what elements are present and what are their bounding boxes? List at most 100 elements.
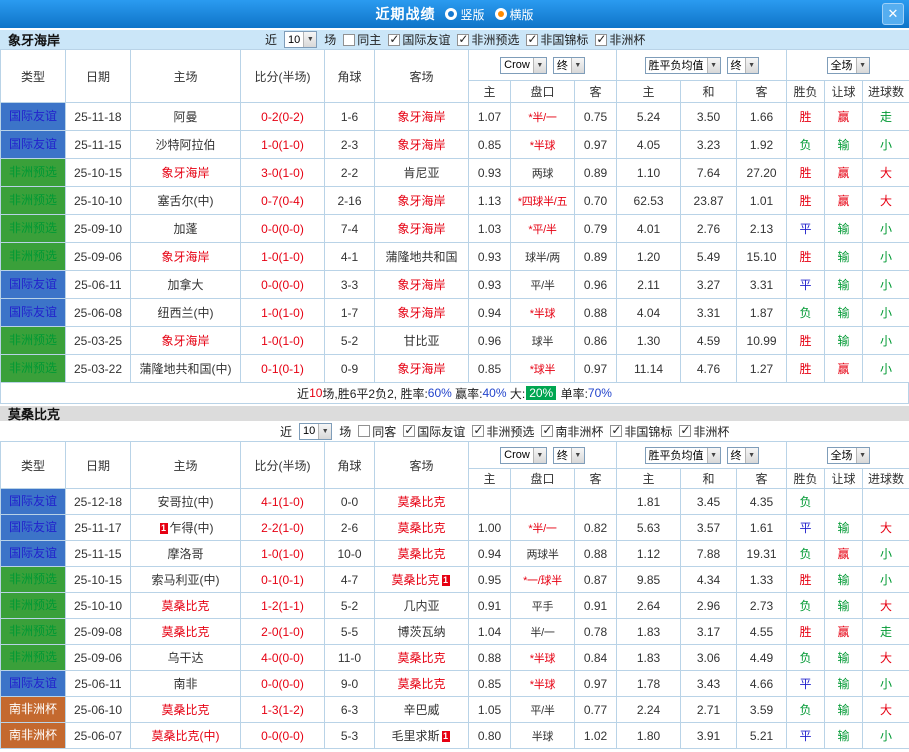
- home-team-cell[interactable]: 纽西兰(中): [131, 299, 241, 327]
- home-team-cell[interactable]: 蒲隆地共和国(中): [131, 355, 241, 383]
- home-team-cell[interactable]: 加蓬: [131, 215, 241, 243]
- away-team-cell[interactable]: 莫桑比克1: [375, 567, 469, 593]
- team-name[interactable]: 莫桑比克: [397, 495, 445, 509]
- team-name[interactable]: 象牙海岸: [161, 166, 209, 180]
- team-name[interactable]: 加蓬: [173, 222, 197, 236]
- filter-checkbox[interactable]: 非洲预选: [472, 423, 534, 440]
- odds-company-select[interactable]: Crow▼: [500, 447, 547, 464]
- team-name[interactable]: 莫桑比克: [397, 521, 445, 535]
- team-name[interactable]: 安哥拉(中): [158, 495, 214, 509]
- europe-odds-select[interactable]: 胜平负均值▼: [645, 447, 721, 464]
- home-team-cell[interactable]: 象牙海岸: [131, 243, 241, 271]
- away-team-cell[interactable]: 莫桑比克: [375, 541, 469, 567]
- away-team-cell[interactable]: 象牙海岸: [375, 355, 469, 383]
- team-name[interactable]: 阿曼: [173, 110, 197, 124]
- home-team-cell[interactable]: 乌干达: [131, 645, 241, 671]
- home-team-cell[interactable]: 索马利亚(中): [131, 567, 241, 593]
- team-name[interactable]: 象牙海岸: [397, 278, 445, 292]
- filter-checkbox[interactable]: 非国锦标: [526, 31, 588, 48]
- team-name[interactable]: 象牙海岸: [397, 362, 445, 376]
- away-team-cell[interactable]: 莫桑比克: [375, 515, 469, 541]
- team-name[interactable]: 莫桑比克: [161, 625, 209, 639]
- home-team-cell[interactable]: 莫桑比克: [131, 697, 241, 723]
- layout-vertical-radio[interactable]: 竖版: [445, 6, 484, 23]
- team-name[interactable]: 莫桑比克: [397, 651, 445, 665]
- team-name[interactable]: 象牙海岸: [397, 194, 445, 208]
- away-team-cell[interactable]: 象牙海岸: [375, 103, 469, 131]
- team-name[interactable]: 象牙海岸: [397, 138, 445, 152]
- home-team-cell[interactable]: 莫桑比克(中): [131, 723, 241, 749]
- home-team-cell[interactable]: 加拿大: [131, 271, 241, 299]
- team-name[interactable]: 博茨瓦纳: [397, 625, 445, 639]
- away-team-cell[interactable]: 象牙海岸: [375, 215, 469, 243]
- away-team-cell[interactable]: 几内亚: [375, 593, 469, 619]
- filter-checkbox[interactable]: 同客: [358, 423, 396, 440]
- away-team-cell[interactable]: 肯尼亚: [375, 159, 469, 187]
- team-name[interactable]: 塞舌尔(中): [158, 194, 214, 208]
- fullmatch-select[interactable]: 全场▼: [827, 447, 870, 464]
- europe-final-select[interactable]: 终▼: [727, 57, 759, 74]
- team-name[interactable]: 索马利亚(中): [152, 573, 220, 587]
- away-team-cell[interactable]: 毛里求斯1: [375, 723, 469, 749]
- filter-checkbox[interactable]: 非国锦标: [610, 423, 672, 440]
- away-team-cell[interactable]: 甘比亚: [375, 327, 469, 355]
- layout-horizontal-radio[interactable]: 横版: [495, 6, 534, 23]
- filter-checkbox[interactable]: 非洲杯: [679, 423, 729, 440]
- home-team-cell[interactable]: 南非: [131, 671, 241, 697]
- team-name[interactable]: 莫桑比克: [161, 703, 209, 717]
- team-name[interactable]: 蒲隆地共和国: [385, 250, 457, 264]
- team-name[interactable]: 加拿大: [167, 278, 203, 292]
- team-name[interactable]: 象牙海岸: [397, 222, 445, 236]
- away-team-cell[interactable]: 象牙海岸: [375, 131, 469, 159]
- home-team-cell[interactable]: 沙特阿拉伯: [131, 131, 241, 159]
- home-team-cell[interactable]: 象牙海岸: [131, 327, 241, 355]
- filter-checkbox[interactable]: 国际友谊: [388, 31, 450, 48]
- away-team-cell[interactable]: 博茨瓦纳: [375, 619, 469, 645]
- team-name[interactable]: 沙特阿拉伯: [155, 138, 215, 152]
- team-name[interactable]: 莫桑比克: [161, 599, 209, 613]
- home-team-cell[interactable]: 阿曼: [131, 103, 241, 131]
- odds-company-select[interactable]: Crow▼: [500, 57, 547, 74]
- away-team-cell[interactable]: 象牙海岸: [375, 187, 469, 215]
- team-name[interactable]: 乌干达: [167, 651, 203, 665]
- team-name[interactable]: 纽西兰(中): [158, 306, 214, 320]
- team-name[interactable]: 象牙海岸: [397, 110, 445, 124]
- filter-checkbox[interactable]: 南非洲杯: [541, 423, 603, 440]
- team-name[interactable]: 象牙海岸: [397, 306, 445, 320]
- close-button[interactable]: ✕: [882, 3, 904, 25]
- europe-odds-select[interactable]: 胜平负均值▼: [645, 57, 721, 74]
- away-team-cell[interactable]: 莫桑比克: [375, 489, 469, 515]
- team-name[interactable]: 莫桑比克(中): [152, 729, 220, 743]
- near-count-select[interactable]: 10▼: [299, 423, 332, 440]
- filter-checkbox[interactable]: 非洲杯: [595, 31, 645, 48]
- team-name[interactable]: 莫桑比克: [397, 677, 445, 691]
- team-name[interactable]: 几内亚: [403, 599, 439, 613]
- home-team-cell[interactable]: 安哥拉(中): [131, 489, 241, 515]
- away-team-cell[interactable]: 象牙海岸: [375, 299, 469, 327]
- team-name[interactable]: 南非: [173, 677, 197, 691]
- team-name[interactable]: 莫桑比克: [397, 547, 445, 561]
- home-team-cell[interactable]: 1乍得(中): [131, 515, 241, 541]
- odds-final-select[interactable]: 终▼: [553, 57, 585, 74]
- team-name[interactable]: 蒲隆地共和国(中): [140, 362, 232, 376]
- team-name[interactable]: 莫桑比克: [391, 573, 439, 587]
- team-name[interactable]: 毛里求斯: [391, 729, 439, 743]
- team-name[interactable]: 乍得(中): [170, 521, 214, 535]
- away-team-cell[interactable]: 象牙海岸: [375, 271, 469, 299]
- team-name[interactable]: 象牙海岸: [161, 334, 209, 348]
- home-team-cell[interactable]: 象牙海岸: [131, 159, 241, 187]
- team-name[interactable]: 甘比亚: [403, 334, 439, 348]
- home-team-cell[interactable]: 塞舌尔(中): [131, 187, 241, 215]
- team-name[interactable]: 辛巴威: [403, 703, 439, 717]
- home-team-cell[interactable]: 莫桑比克: [131, 593, 241, 619]
- away-team-cell[interactable]: 辛巴威: [375, 697, 469, 723]
- team-name[interactable]: 肯尼亚: [403, 166, 439, 180]
- away-team-cell[interactable]: 莫桑比克: [375, 671, 469, 697]
- europe-final-select[interactable]: 终▼: [727, 447, 759, 464]
- away-team-cell[interactable]: 莫桑比克: [375, 645, 469, 671]
- near-count-select[interactable]: 10▼: [284, 31, 317, 48]
- fullmatch-select[interactable]: 全场▼: [827, 57, 870, 74]
- team-name[interactable]: 象牙海岸: [161, 250, 209, 264]
- home-team-cell[interactable]: 莫桑比克: [131, 619, 241, 645]
- away-team-cell[interactable]: 蒲隆地共和国: [375, 243, 469, 271]
